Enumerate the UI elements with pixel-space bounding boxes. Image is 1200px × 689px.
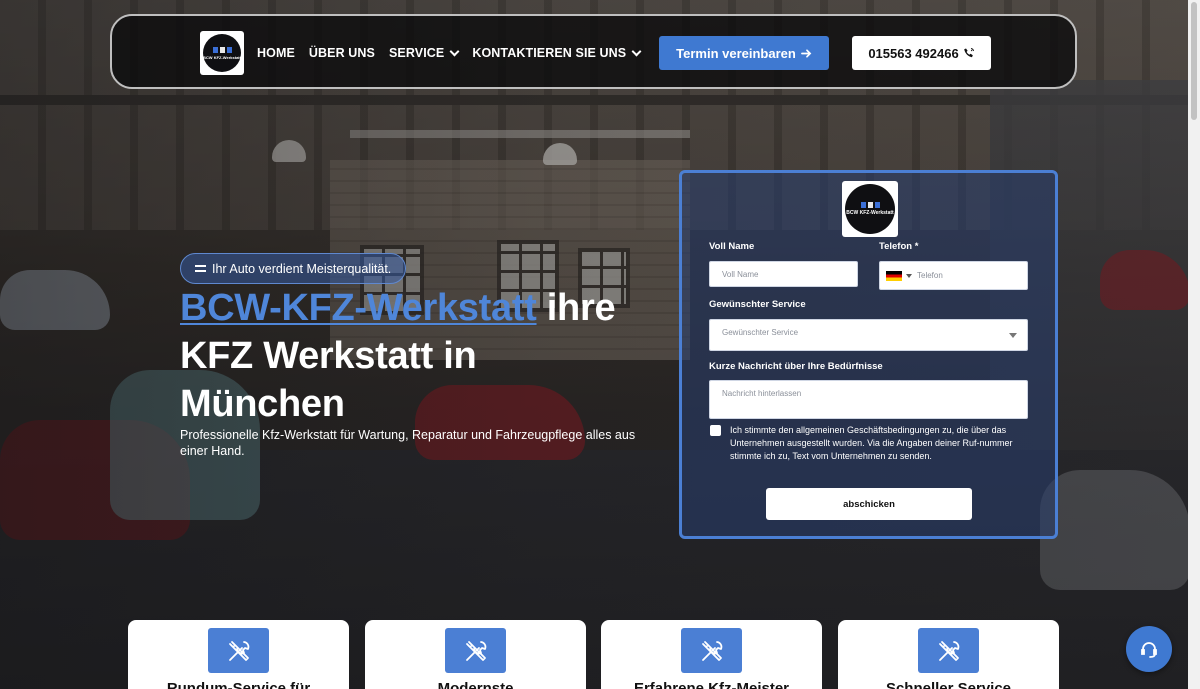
feature-card-title: Modernste — [437, 680, 514, 689]
germany-flag-icon[interactable] — [886, 270, 902, 281]
chat-headset-icon — [1141, 642, 1157, 658]
nav-link-service[interactable]: SERVICE — [389, 46, 460, 60]
name-placeholder: Voll Name — [722, 269, 759, 279]
feature-card: Erfahrene Kfz-Meister — [601, 620, 822, 689]
chevron-down-icon — [449, 46, 460, 56]
hero-title: BCW-KFZ-Werkstatt ihre KFZ Werkstatt in … — [180, 284, 650, 428]
nav-links: HOME ÜBER UNS SERVICE KONTAKTIEREN SIE U… — [257, 46, 642, 60]
caret-down-icon — [906, 273, 912, 278]
tools-icon — [445, 628, 506, 673]
phone-placeholder: Telefon — [917, 271, 943, 280]
nav-link-label: ÜBER UNS — [308, 46, 375, 60]
nav-link-contact[interactable]: KONTAKTIEREN SIE UNS — [472, 46, 642, 60]
feature-card-title: Erfahrene Kfz-Meister — [633, 680, 790, 689]
menu-lines-icon — [195, 265, 206, 272]
tools-icon — [208, 628, 269, 673]
phone-button[interactable]: 015563 492466 — [852, 36, 991, 70]
feature-card-title: Rundum-Service für — [166, 680, 311, 689]
submit-button[interactable]: abschicken — [766, 488, 972, 520]
phone-ringing-icon — [963, 48, 974, 58]
name-input[interactable]: Voll Name — [709, 261, 858, 287]
phone-number: 015563 492466 — [868, 45, 959, 61]
message-placeholder: Nachricht hinterlassen — [722, 389, 802, 398]
nav-link-label: KONTAKTIEREN SIE UNS — [472, 46, 627, 60]
logo-text: BCW KFZ-Werkstatt — [203, 54, 241, 60]
nav-link-home[interactable]: HOME — [257, 46, 295, 60]
tools-icon — [918, 628, 979, 673]
consent-text: Ich stimmte den allgemeinen Geschäftsbed… — [730, 425, 1013, 461]
consent-checkbox[interactable] — [710, 425, 721, 436]
contact-form: BCW KFZ-Werkstatt Voll Name Telefon * Vo… — [679, 170, 1058, 539]
hero-subtitle: Professionelle Kfz-Werkstatt für Wartung… — [180, 428, 636, 458]
top-navbar: BCW KFZ-Werkstatt HOME ÜBER UNS SERVICE … — [110, 14, 1077, 89]
hero-title-brand-link[interactable]: BCW-KFZ-Werkstatt — [180, 287, 537, 329]
feature-card-title: Schneller Service — [885, 680, 1012, 689]
feature-card: Modernste — [365, 620, 586, 689]
message-textarea[interactable]: Nachricht hinterlassen — [709, 380, 1028, 419]
scrollbar-thumb[interactable] — [1191, 2, 1197, 120]
book-appointment-label: Termin vereinbaren — [676, 45, 796, 61]
tools-icon — [681, 628, 742, 673]
chevron-down-icon — [631, 46, 642, 56]
form-logo-text: BCW KFZ-Werkstatt — [846, 210, 894, 216]
nav-link-label: HOME — [257, 46, 295, 60]
service-label: Gewünschter Service — [709, 299, 806, 310]
site-logo[interactable]: BCW KFZ-Werkstatt — [200, 31, 244, 75]
badge-text: Ihr Auto verdient Meisterqualität. — [212, 261, 392, 276]
submit-label: abschicken — [843, 498, 895, 510]
feature-card: Rundum-Service für — [128, 620, 349, 689]
phone-input[interactable]: Telefon — [879, 261, 1028, 290]
message-label: Kurze Nachricht über Ihre Bedürfnisse — [709, 361, 883, 372]
chat-support-button[interactable] — [1126, 626, 1172, 672]
book-appointment-button[interactable]: Termin vereinbaren — [659, 36, 829, 70]
nav-link-about[interactable]: ÜBER UNS — [309, 46, 375, 60]
arrow-right-icon — [800, 48, 812, 58]
page-scrollbar[interactable] — [1188, 0, 1200, 689]
phone-label: Telefon * — [879, 241, 919, 252]
dropdown-arrow-icon — [1009, 333, 1017, 338]
nav-link-label: SERVICE — [389, 46, 445, 60]
service-placeholder: Gewünschter Service — [722, 328, 799, 337]
service-select[interactable]: Gewünschter Service — [709, 319, 1028, 351]
quality-badge: Ihr Auto verdient Meisterqualität. — [180, 253, 407, 284]
form-logo: BCW KFZ-Werkstatt — [842, 181, 898, 237]
feature-card: Schneller Service — [838, 620, 1059, 689]
name-label: Voll Name — [709, 241, 755, 252]
